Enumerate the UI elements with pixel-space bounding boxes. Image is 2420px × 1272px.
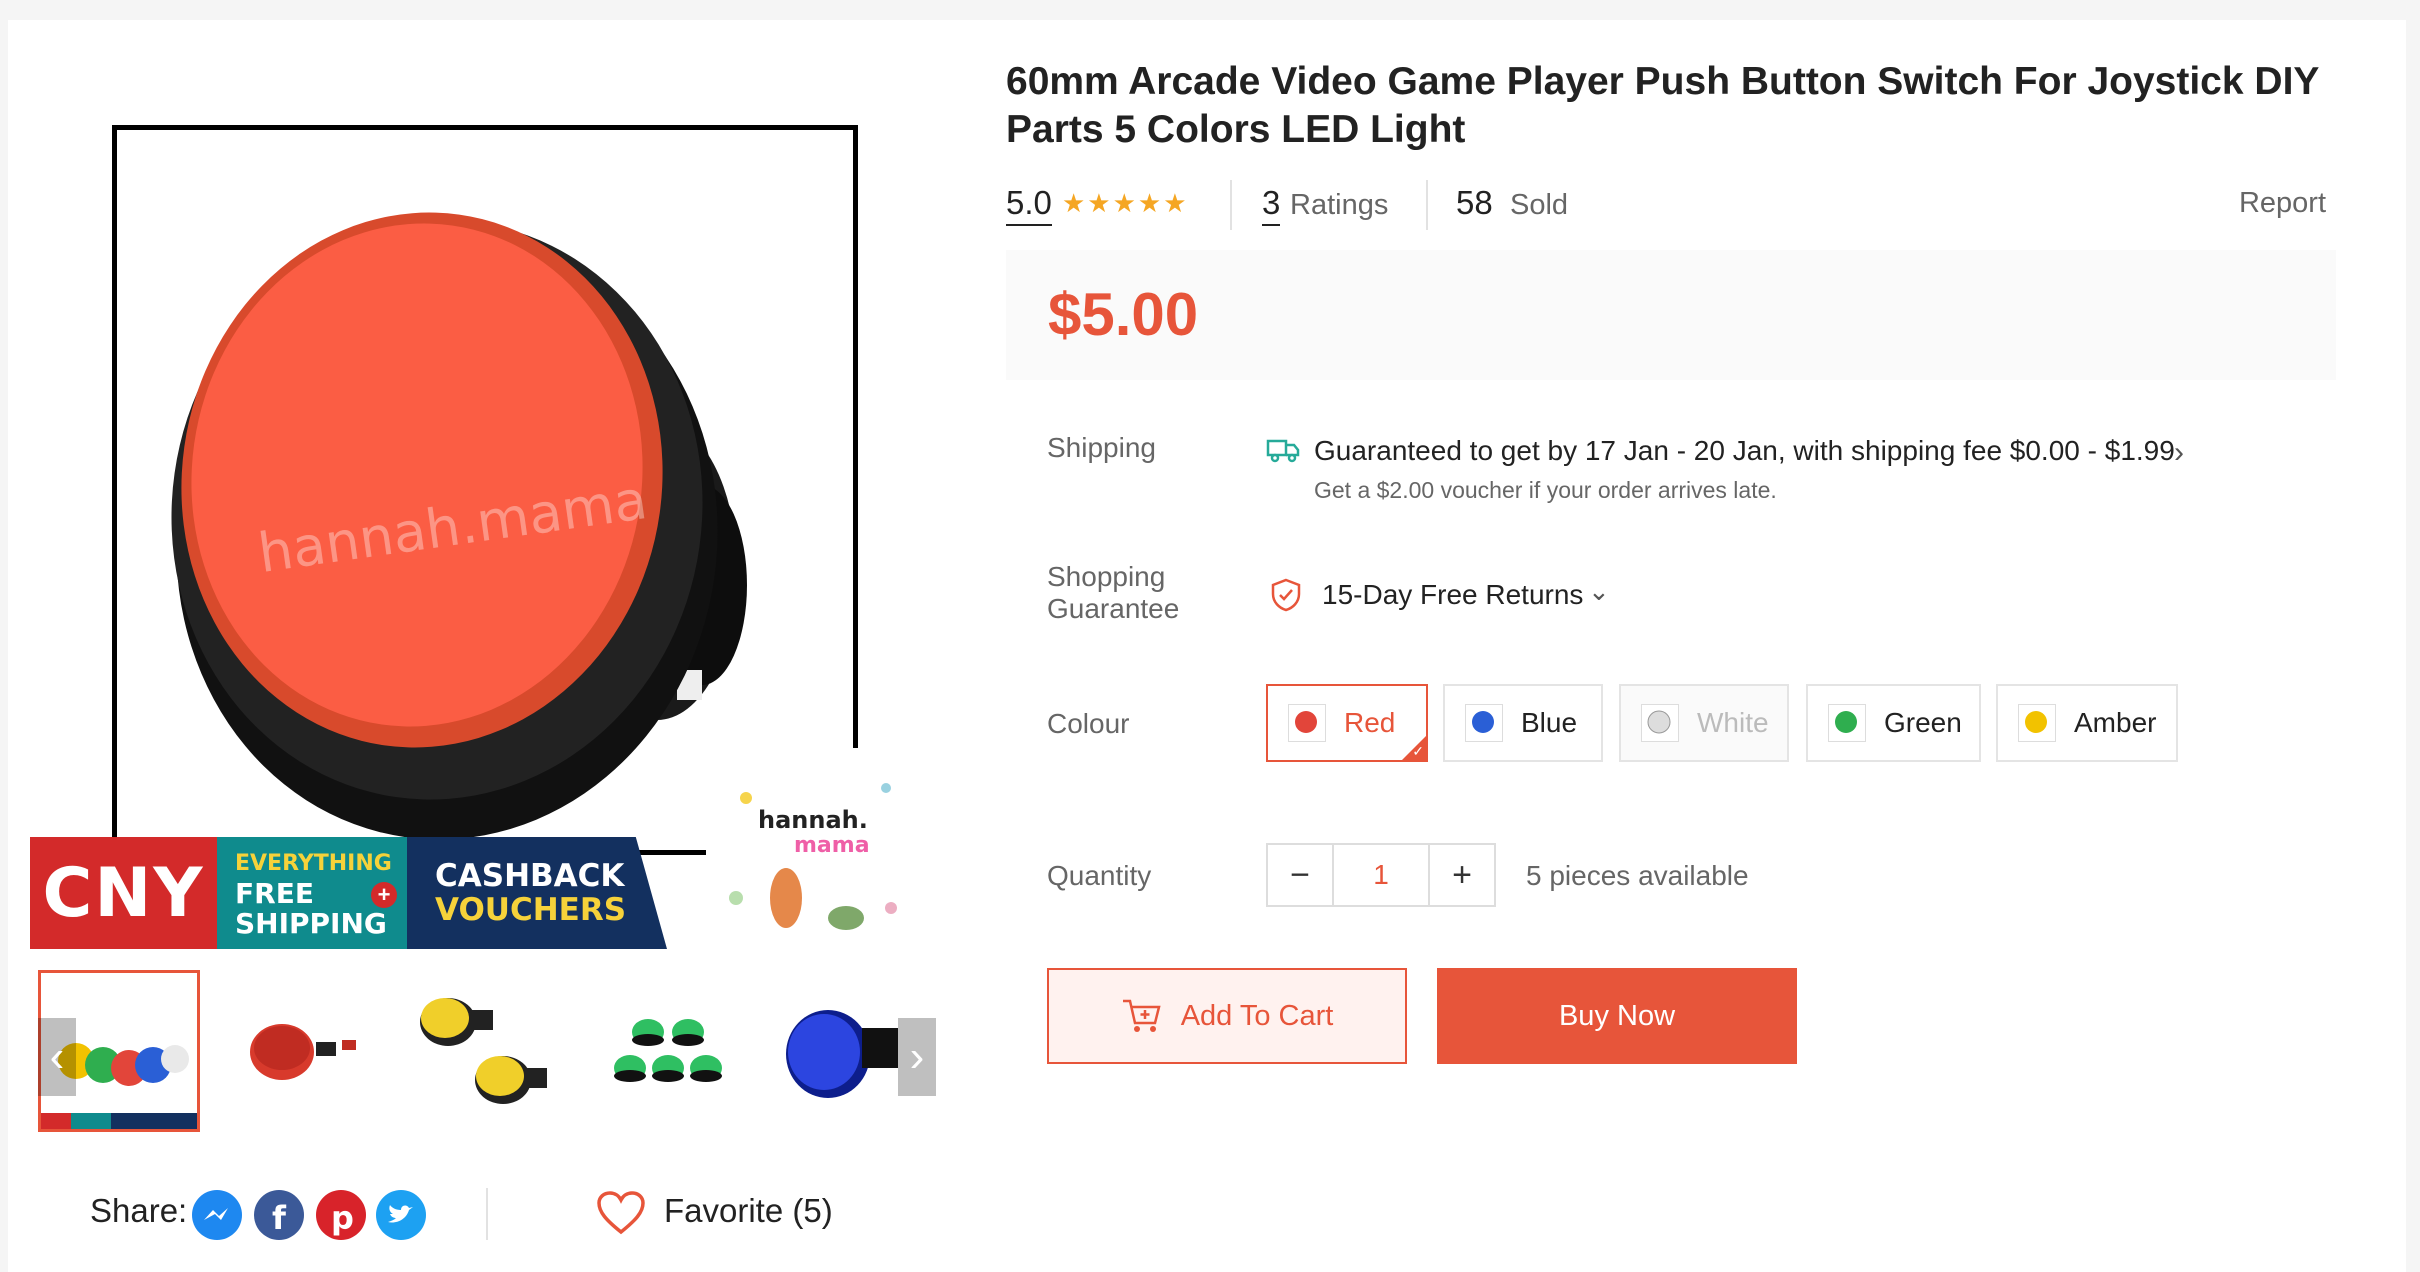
shipping-estimate[interactable]: Guaranteed to get by 17 Jan - 20 Jan, wi… xyxy=(1314,435,2175,467)
rating-value[interactable]: 5.0 xyxy=(1006,184,1052,226)
colour-option-blue[interactable]: Blue xyxy=(1443,684,1603,762)
quantity-input[interactable]: 1 xyxy=(1332,845,1430,905)
chevron-down-icon[interactable]: ⌄ xyxy=(1588,576,1610,607)
svg-text:f: f xyxy=(272,1199,287,1237)
quantity-label: Quantity xyxy=(1047,860,1152,891)
promo-banner: CNY EVERYTHING FREE SHIPPING CASHBACK VO… xyxy=(30,837,667,949)
sold-count: 58 xyxy=(1456,184,1493,221)
seller-logo: hannah. mama xyxy=(706,748,918,948)
stock-available: 5 pieces available xyxy=(1526,860,1749,891)
share-label: Share: xyxy=(90,1192,188,1229)
chevron-right-icon[interactable]: › xyxy=(2174,436,2184,470)
sold-divider xyxy=(1426,180,1428,230)
colour-option-green[interactable]: Green xyxy=(1806,684,1981,762)
truck-icon xyxy=(1266,439,1300,463)
banner-plus-icon: + xyxy=(371,882,397,908)
banner-cashback: CASHBACK VOUCHERS xyxy=(407,837,667,949)
ratings-count[interactable]: 3 xyxy=(1262,184,1281,226)
rating-row: 5.0 ★★★★★ 3 Ratings 58 Sold Report xyxy=(1006,180,2326,230)
product-title: 60mm Arcade Video Game Player Push Butto… xyxy=(1006,60,2319,151)
shipping-label: Shipping xyxy=(1047,432,1156,463)
green-swatch-icon xyxy=(1828,704,1866,742)
colour-option-red[interactable]: Red ✓ xyxy=(1266,684,1428,762)
star-rating-icon: ★★★★★ xyxy=(1062,188,1189,218)
banner-cny: CNY xyxy=(30,837,217,949)
twitter-icon[interactable] xyxy=(376,1190,426,1240)
quantity-decrease-button[interactable]: − xyxy=(1268,845,1332,905)
add-to-cart-button[interactable]: Add To Cart xyxy=(1047,968,1407,1064)
price: $5.00 xyxy=(1048,281,1199,348)
main-product-image[interactable]: hannah.mama xyxy=(112,125,858,855)
shield-check-icon xyxy=(1271,578,1301,612)
report-link[interactable]: Report xyxy=(2239,187,2326,220)
sold-label: Sold xyxy=(1510,189,1569,221)
share-divider xyxy=(486,1188,488,1240)
thumbnail-4[interactable] xyxy=(586,970,748,1132)
colour-option-amber[interactable]: Amber xyxy=(1996,684,2178,762)
thumbnail-prev-button[interactable]: ‹ xyxy=(38,1018,76,1096)
cart-icon xyxy=(1122,999,1161,1032)
white-swatch-icon xyxy=(1641,704,1679,742)
ratings-label: Ratings xyxy=(1290,189,1389,221)
rating-divider xyxy=(1230,180,1232,230)
free-returns[interactable]: 15-Day Free Returns xyxy=(1322,579,1583,611)
heart-icon[interactable] xyxy=(596,1190,646,1236)
colour-label: Colour xyxy=(1047,708,1130,739)
thumbnail-3[interactable] xyxy=(403,970,565,1132)
quantity-stepper: − 1 + xyxy=(1266,843,1496,907)
colour-option-white[interactable]: White xyxy=(1619,684,1789,762)
favorite-label[interactable]: Favorite (5) xyxy=(664,1192,833,1230)
messenger-icon[interactable] xyxy=(192,1190,242,1240)
thumbnail-next-button[interactable]: › xyxy=(898,1018,936,1096)
buy-now-button[interactable]: Buy Now xyxy=(1437,968,1797,1064)
pinterest-icon[interactable]: p xyxy=(316,1190,366,1240)
thumbnail-strip: ‹ › xyxy=(30,970,940,1135)
blue-swatch-icon xyxy=(1465,704,1503,742)
quantity-increase-button[interactable]: + xyxy=(1430,845,1494,905)
svg-text:hannah.: hannah. xyxy=(758,806,868,834)
shipping-voucher-note: Get a $2.00 voucher if your order arrive… xyxy=(1314,477,1777,503)
guarantee-label: Shopping Guarantee xyxy=(1047,561,1180,624)
arcade-button-image: hannah.mama xyxy=(171,212,747,840)
amber-swatch-icon xyxy=(2018,704,2056,742)
red-swatch-icon xyxy=(1288,704,1326,742)
svg-text:p: p xyxy=(331,1199,354,1237)
price-box: $5.00 xyxy=(1006,250,2336,380)
check-icon: ✓ xyxy=(1412,743,1424,759)
svg-text:mama: mama xyxy=(794,833,870,858)
thumbnail-2[interactable] xyxy=(220,970,382,1132)
facebook-icon[interactable]: f xyxy=(254,1190,304,1240)
